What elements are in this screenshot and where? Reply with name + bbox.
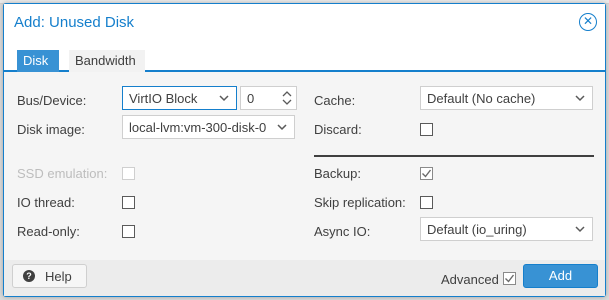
backup-label: Backup: — [314, 166, 361, 181]
disk-image-value: local-lvm:vm-300-disk-0 — [129, 120, 267, 135]
ssd-emulation-label: SSD emulation: — [17, 166, 108, 181]
section-divider — [314, 155, 594, 157]
add-disk-dialog: Add: Unused Disk ✕ Disk Bandwidth Bus/De… — [3, 3, 606, 297]
chevron-down-icon — [277, 124, 287, 131]
checkmark-icon — [422, 169, 432, 178]
chevron-down-icon — [219, 95, 229, 102]
device-number-value: 0 — [247, 91, 255, 106]
disk-image-label: Disk image: — [17, 122, 85, 137]
bus-select[interactable]: VirtIO Block — [122, 86, 237, 110]
io-thread-label: IO thread: — [17, 195, 75, 210]
cache-value: Default (No cache) — [427, 91, 536, 106]
discard-checkbox[interactable] — [420, 123, 433, 136]
cache-select[interactable]: Default (No cache) — [420, 86, 593, 110]
dialog-footer: ? Help Advanced Add — [4, 260, 605, 296]
async-io-label: Async IO: — [314, 224, 371, 239]
backup-checkbox[interactable] — [420, 167, 433, 180]
help-button[interactable]: ? Help — [12, 264, 87, 288]
disk-image-select[interactable]: local-lvm:vm-300-disk-0 — [122, 115, 295, 139]
discard-label: Discard: — [314, 122, 362, 137]
cache-label: Cache: — [314, 93, 356, 108]
async-io-value: Default (io_uring) — [427, 222, 527, 237]
read-only-checkbox[interactable] — [122, 225, 135, 238]
help-button-label: Help — [45, 269, 72, 284]
advanced-label: Advanced — [441, 272, 499, 287]
tab-bar: Disk Bandwidth — [4, 40, 605, 72]
skip-replication-checkbox[interactable] — [420, 196, 433, 209]
io-thread-checkbox[interactable] — [122, 196, 135, 209]
question-circle-icon: ? — [23, 270, 35, 282]
advanced-checkbox[interactable] — [503, 272, 516, 285]
ssd-emulation-checkbox[interactable] — [122, 167, 135, 180]
bus-device-label: Bus/Device: — [17, 93, 87, 108]
device-number-input[interactable]: 0 — [240, 86, 297, 110]
spinner-arrows-icon[interactable] — [281, 88, 293, 108]
skip-replication-label: Skip replication: — [314, 195, 406, 210]
chevron-down-icon — [575, 95, 585, 102]
checkmark-icon — [505, 274, 515, 283]
tab-bandwidth[interactable]: Bandwidth — [69, 50, 145, 72]
read-only-label: Read-only: — [17, 224, 80, 239]
dialog-title: Add: Unused Disk — [14, 14, 135, 31]
close-icon[interactable]: ✕ — [579, 13, 597, 31]
dialog-titlebar: Add: Unused Disk ✕ — [4, 4, 605, 40]
add-button[interactable]: Add — [523, 264, 598, 288]
tab-disk[interactable]: Disk — [17, 50, 59, 72]
async-io-select[interactable]: Default (io_uring) — [420, 217, 593, 241]
chevron-down-icon — [575, 226, 585, 233]
bus-select-value: VirtIO Block — [129, 91, 198, 106]
